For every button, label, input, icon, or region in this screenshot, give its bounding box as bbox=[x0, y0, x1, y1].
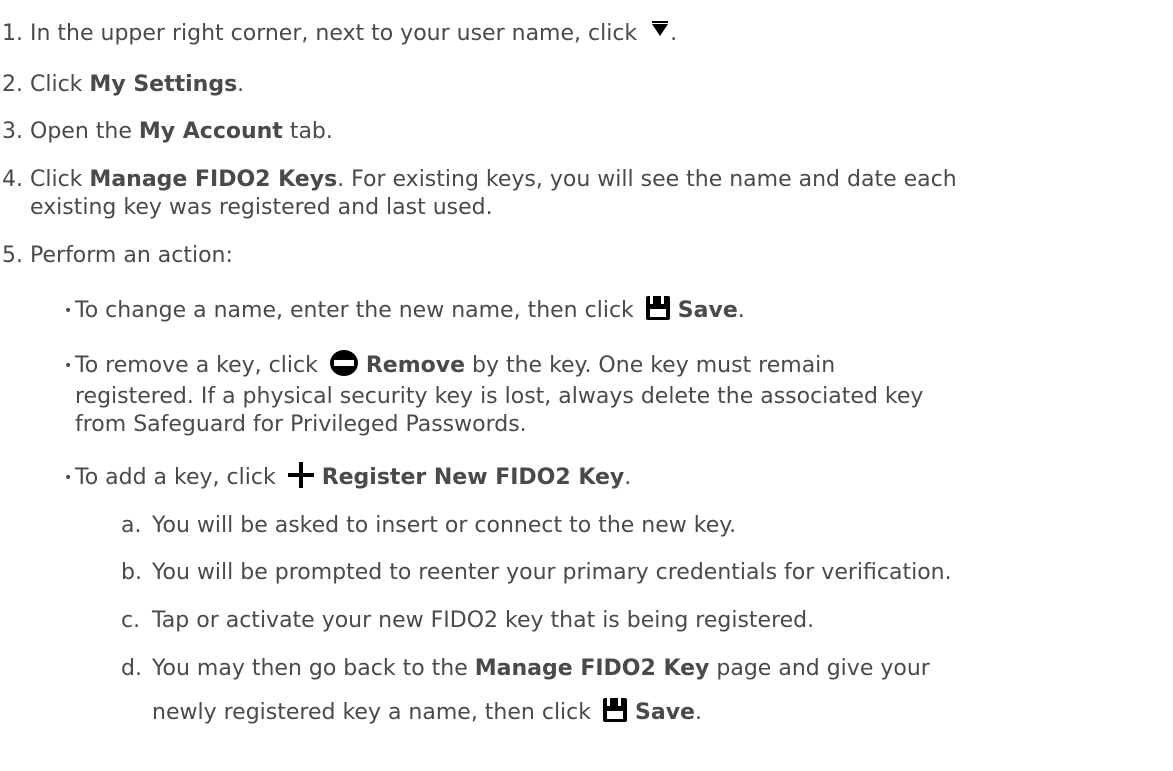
bullet-glyph: • bbox=[64, 470, 73, 486]
dropdown-triangle-icon bbox=[650, 16, 670, 36]
step-3-line: Open the My Account tab. bbox=[30, 116, 333, 148]
bullet-text: . bbox=[624, 465, 632, 490]
step-text: tab. bbox=[282, 119, 333, 144]
bullet-change-name: To change a name, enter the new name, th… bbox=[75, 295, 745, 327]
substep-letter: a. bbox=[121, 513, 142, 538]
step-text: . bbox=[670, 21, 678, 46]
substep-text: page and give your bbox=[709, 656, 930, 681]
substep-text: newly registered key a name, then click bbox=[152, 700, 592, 725]
substep-letter: b. bbox=[121, 560, 142, 585]
step-1-line: In the upper right corner, next to your … bbox=[30, 18, 677, 50]
bullet-text: To add a key, click bbox=[75, 465, 276, 490]
remove-label: Remove bbox=[365, 353, 465, 378]
bullet-text: . bbox=[737, 298, 745, 323]
bullet-add-key: To add a key, click Register New FIDO2 K… bbox=[75, 462, 631, 494]
substep-c: Tap or activate your new FIDO2 key that … bbox=[152, 608, 815, 633]
save-icon bbox=[645, 295, 671, 321]
manage-fido2-key-label: Manage FIDO2 Key bbox=[474, 656, 710, 681]
save-label: Save bbox=[677, 298, 738, 323]
step-number: 1. bbox=[2, 21, 23, 46]
remove-icon bbox=[329, 349, 359, 377]
save-icon bbox=[602, 697, 628, 723]
bullet-remove-key-line-3: from Safeguard for Privileged Passwords. bbox=[75, 412, 527, 437]
step-number: 4. bbox=[2, 167, 23, 192]
register-new-fido2-key-label: Register New FIDO2 Key bbox=[321, 465, 625, 490]
step-2-line: Click My Settings. bbox=[30, 69, 244, 101]
step-text: . For existing keys, you will see the na… bbox=[337, 167, 957, 192]
step-text: . bbox=[237, 72, 245, 97]
substep-b: You will be prompted to reenter your pri… bbox=[152, 560, 952, 585]
step-text: Click bbox=[30, 167, 90, 192]
substep-text: . bbox=[694, 700, 702, 725]
bullet-text: by the key. One key must remain bbox=[465, 353, 836, 378]
substep-a: You will be asked to insert or connect t… bbox=[152, 513, 737, 538]
bullet-glyph: • bbox=[64, 358, 73, 374]
step-number: 3. bbox=[2, 119, 23, 144]
instructions-document: 1. In the upper right corner, next to yo… bbox=[0, 0, 1173, 771]
substep-d-line-2: newly registered key a name, then click … bbox=[152, 697, 702, 729]
bullet-remove-key: To remove a key, click Remove by the key… bbox=[75, 350, 835, 382]
substep-letter: c. bbox=[121, 608, 141, 633]
bullet-text: To remove a key, click bbox=[75, 353, 318, 378]
step-text: Click bbox=[30, 72, 90, 97]
bullet-text: To change a name, enter the new name, th… bbox=[75, 298, 634, 323]
substep-d: You may then go back to the Manage FIDO2… bbox=[152, 653, 930, 685]
bullet-glyph: • bbox=[64, 303, 73, 319]
my-settings-label: My Settings bbox=[89, 72, 238, 97]
plus-icon bbox=[287, 461, 315, 489]
step-number: 5. bbox=[2, 243, 23, 268]
substep-text: You may then go back to the bbox=[152, 656, 475, 681]
my-account-label: My Account bbox=[138, 119, 283, 144]
step-number: 2. bbox=[2, 72, 23, 97]
step-4-line-2: existing key was registered and last use… bbox=[30, 195, 493, 220]
step-5-line: Perform an action: bbox=[30, 243, 233, 268]
step-text: Open the bbox=[30, 119, 139, 144]
manage-fido2-keys-label: Manage FIDO2 Keys bbox=[89, 167, 338, 192]
save-label: Save bbox=[635, 700, 695, 725]
substep-letter: d. bbox=[121, 656, 142, 681]
step-text: In the upper right corner, next to your … bbox=[30, 21, 638, 46]
